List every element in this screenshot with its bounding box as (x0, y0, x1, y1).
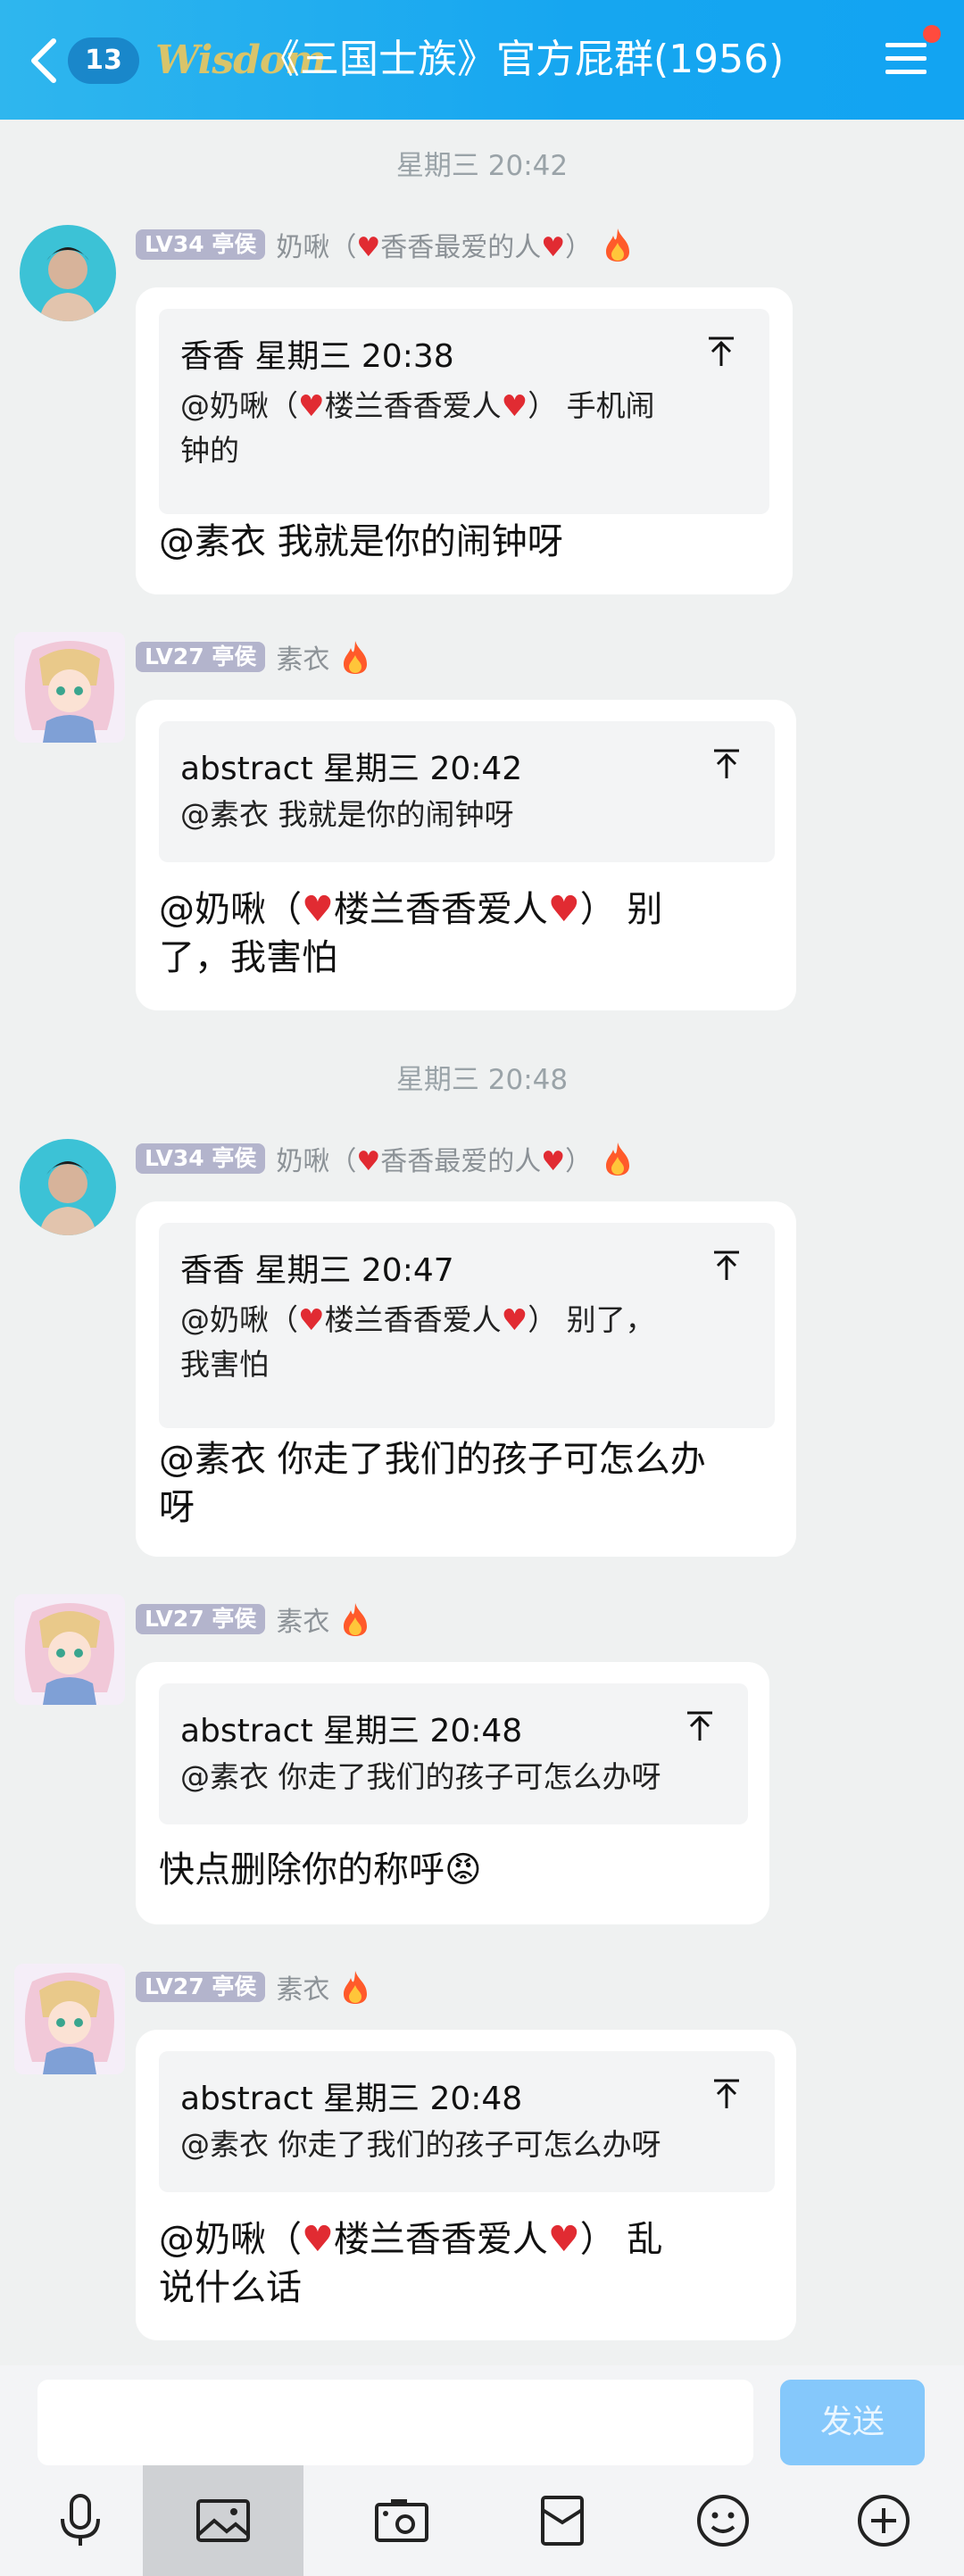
timestamp: 星期三 20:42 (395, 150, 569, 182)
sender-nickname[interactable]: 奶啾（♥香香最爱的人♥） (276, 225, 592, 264)
reply-quote[interactable]: abstract 星期三 20:48 @素衣 你走了我们的孩子可怎么办呀 (159, 2051, 775, 2192)
microphone-icon (61, 2494, 100, 2546)
level-badge: LV27 亭侯 (136, 642, 266, 672)
jump-to-quote-icon[interactable] (707, 336, 735, 368)
reply-quote[interactable]: 香香 星期三 20:38 @奶啾（♥楼兰香香爱人♥） 手机闹 钟的 (159, 309, 769, 514)
message-bubble[interactable]: abstract 星期三 20:42 @素衣 我就是你的闹钟呀 @奶啾（♥楼兰香… (136, 700, 796, 1010)
message-input[interactable] (37, 2380, 753, 2465)
send-button[interactable]: 发送 (780, 2380, 925, 2465)
level-badge: LV27 亭侯 (136, 1972, 266, 2002)
quote-body: @奶啾（♥楼兰香香爱人♥） 手机闹 钟的 (180, 388, 655, 468)
message-text: 快点删除你的称呼😡 (159, 1849, 482, 1890)
sender-meta: LV27 亭侯 素衣 (136, 1600, 370, 1639)
menu-icon[interactable] (884, 39, 928, 79)
message-bubble[interactable]: abstract 星期三 20:48 @素衣 你走了我们的孩子可怎么办呀 @奶啾… (136, 2030, 796, 2340)
flame-icon (344, 641, 368, 674)
unread-count-badge[interactable]: 13 (68, 37, 139, 84)
reply-quote[interactable]: 香香 星期三 20:47 @奶啾（♥楼兰香香爱人♥） 别了， 我害怕 (159, 1223, 775, 1428)
image-button[interactable] (143, 2465, 303, 2576)
jump-to-quote-icon[interactable] (712, 1250, 741, 1282)
flame-icon (606, 1143, 630, 1176)
flame-icon (344, 1603, 368, 1636)
sender-nickname[interactable]: 素衣 (276, 1967, 329, 2007)
avatar[interactable] (14, 632, 125, 743)
image-icon (196, 2499, 250, 2542)
jump-to-quote-icon[interactable] (686, 1710, 714, 1742)
sender-meta: LV27 亭侯 素衣 (136, 637, 370, 677)
quote-header: abstract 星期三 20:42 (180, 751, 523, 787)
camera-button[interactable] (321, 2465, 482, 2576)
notification-dot (923, 25, 941, 43)
timestamp: 星期三 20:48 (395, 1064, 569, 1096)
input-area: 发送 (0, 2365, 964, 2576)
reply-quote[interactable]: abstract 星期三 20:42 @素衣 我就是你的闹钟呀 (159, 721, 775, 862)
level-badge: LV34 亭侯 (136, 1143, 266, 1174)
quote-body: @素衣 你走了我们的孩子可怎么办呀 (180, 2127, 661, 2162)
sender-meta: LV34 亭侯 奶啾（♥香香最爱的人♥） (136, 225, 633, 264)
sender-nickname[interactable]: 素衣 (276, 637, 329, 677)
more-button[interactable] (803, 2465, 964, 2576)
flame-icon (344, 1971, 368, 2004)
jump-to-quote-icon[interactable] (712, 748, 741, 780)
voice-button[interactable] (0, 2465, 161, 2576)
quote-header: abstract 星期三 20:48 (180, 1713, 523, 1749)
message-bubble[interactable]: 香香 星期三 20:38 @奶啾（♥楼兰香香爱人♥） 手机闹 钟的 @素衣 我就… (136, 287, 793, 594)
group-title[interactable]: 《三国士族》官方屁群(1956) (261, 30, 784, 89)
chat-header: 13 Wisdom 《三国士族》官方屁群(1956) (0, 0, 964, 120)
sender-nickname[interactable]: 奶啾（♥香香最爱的人♥） (276, 1139, 592, 1178)
message-bubble[interactable]: abstract 星期三 20:48 @素衣 你走了我们的孩子可怎么办呀 快点删… (136, 1662, 769, 1924)
quote-header: 香香 星期三 20:47 (180, 1252, 454, 1289)
quote-header: abstract 星期三 20:48 (180, 2081, 523, 2117)
message-bubble[interactable]: 香香 星期三 20:47 @奶啾（♥楼兰香香爱人♥） 别了， 我害怕 @素衣 你… (136, 1201, 796, 1557)
emoji-button[interactable] (643, 2465, 803, 2576)
camera-icon (375, 2499, 428, 2542)
quote-body: @素衣 我就是你的闹钟呀 (180, 797, 514, 832)
avatar[interactable] (14, 1964, 125, 2074)
back-arrow-icon[interactable] (27, 36, 62, 86)
quote-body: @素衣 你走了我们的孩子可怎么办呀 (180, 1759, 661, 1794)
red-packet-icon (541, 2496, 584, 2546)
level-badge: LV27 亭侯 (136, 1604, 266, 1634)
level-badge: LV34 亭侯 (136, 229, 266, 260)
message-text: @奶啾（♥楼兰香香爱人♥） 乱 说什么话 (159, 2219, 663, 2308)
sender-nickname[interactable]: 素衣 (276, 1600, 329, 1639)
message-text: @奶啾（♥楼兰香香爱人♥） 别 了，我害怕 (159, 889, 663, 978)
plus-icon (858, 2495, 910, 2547)
message-text: @素衣 我就是你的闹钟呀 (159, 521, 563, 562)
avatar[interactable] (14, 1594, 125, 1705)
avatar[interactable] (20, 225, 116, 321)
quote-body: @奶啾（♥楼兰香香爱人♥） 别了， 我害怕 (180, 1302, 655, 1382)
sender-meta: LV27 亭侯 素衣 (136, 1967, 370, 2007)
red-packet-button[interactable] (482, 2465, 643, 2576)
jump-to-quote-icon[interactable] (712, 2078, 741, 2110)
avatar[interactable] (20, 1139, 116, 1235)
emoji-icon (697, 2495, 749, 2547)
flame-icon (606, 229, 630, 262)
message-text: @素衣 你走了我们的孩子可怎么办 呀 (159, 1439, 706, 1528)
sender-meta: LV34 亭侯 奶啾（♥香香最爱的人♥） (136, 1139, 633, 1178)
reply-quote[interactable]: abstract 星期三 20:48 @素衣 你走了我们的孩子可怎么办呀 (159, 1683, 748, 1824)
quote-header: 香香 星期三 20:38 (180, 338, 454, 375)
